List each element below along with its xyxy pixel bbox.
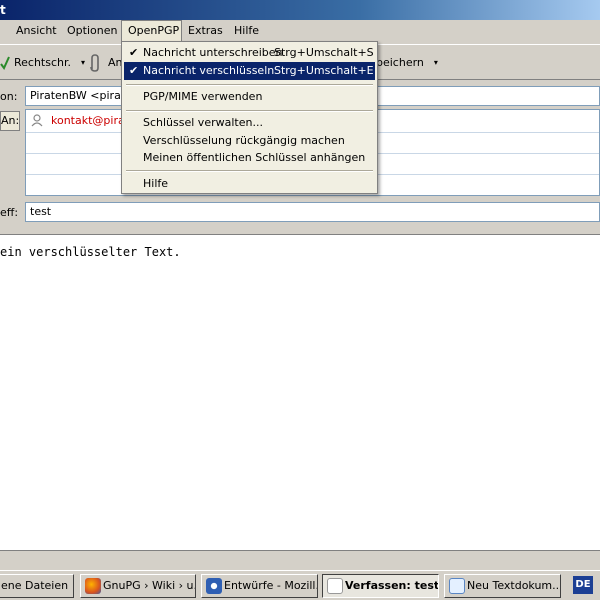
window-title: t: [0, 3, 6, 17]
check-icon: ✔: [129, 64, 139, 77]
menu-item-pgp-mime-label: PGP/MIME verwenden: [143, 90, 263, 103]
menu-separator: [126, 84, 373, 86]
recipient-address[interactable]: kontakt@pirat: [51, 114, 129, 127]
menu-item-encrypt-message[interactable]: ✔ Nachricht verschlüsseln Strg+Umschalt+…: [124, 62, 375, 80]
thunderbird-icon: [206, 578, 222, 594]
attach-button[interactable]: An: [86, 51, 123, 75]
menu-item-help[interactable]: Hilfe: [124, 175, 375, 193]
recipient-type-select[interactable]: An:: [0, 111, 20, 131]
spellcheck-dropdown-arrow-icon[interactable]: ▾: [81, 51, 85, 75]
menu-item-encrypt-label: Nachricht verschlüsseln: [143, 64, 275, 77]
taskbar-item-compose-label: Verfassen: test: [345, 579, 439, 592]
notepad-icon: [449, 578, 465, 594]
menu-item-attach-public-key[interactable]: Meinen öffentlichen Schlüssel anhängen: [124, 149, 375, 167]
message-body-editor[interactable]: ein verschlüsselter Text.: [0, 234, 600, 550]
taskbar-item-compose[interactable]: Verfassen: test: [322, 574, 439, 598]
menu-extras[interactable]: Extras: [182, 20, 229, 42]
from-label: on:: [0, 90, 18, 103]
menu-separator: [126, 170, 373, 172]
taskbar: ene Dateien GnuPG › Wiki › u... Entwürfe…: [0, 570, 600, 600]
window-title-bar: t: [0, 0, 600, 20]
menu-item-attach-key-label: Meinen öffentlichen Schlüssel anhängen: [143, 151, 366, 164]
taskbar-item-notepad[interactable]: Neu Textdokum...: [444, 574, 561, 598]
menu-ansicht[interactable]: Ansicht: [10, 20, 63, 42]
menu-item-undo-encryption[interactable]: Verschlüsselung rückgängig machen: [124, 132, 375, 150]
menu-item-manage-keys-label: Schlüssel verwalten...: [143, 116, 263, 129]
openpgp-dropdown-menu: ✔ Nachricht unterschreiben Strg+Umschalt…: [121, 41, 378, 194]
taskbar-item-browser[interactable]: GnuPG › Wiki › u...: [80, 574, 196, 598]
taskbar-item-drafts-label: Entwürfe - Mozill...: [224, 579, 318, 592]
menu-openpgp[interactable]: OpenPGP: [121, 20, 182, 42]
menu-item-encrypt-shortcut: Strg+Umschalt+E: [274, 64, 374, 77]
taskbar-item-files[interactable]: ene Dateien: [0, 574, 74, 598]
status-bar: [0, 550, 600, 570]
person-icon: [31, 114, 43, 127]
save-label: peichern: [376, 56, 424, 69]
menu-optionen[interactable]: Optionen: [61, 20, 123, 42]
menu-item-sign-message[interactable]: ✔ Nachricht unterschreiben Strg+Umschalt…: [124, 44, 375, 62]
menu-item-manage-keys[interactable]: Schlüssel verwalten...: [124, 114, 375, 132]
menu-item-undo-encryption-label: Verschlüsselung rückgängig machen: [143, 134, 345, 147]
menu-hilfe[interactable]: Hilfe: [228, 20, 265, 42]
menu-separator: [126, 110, 373, 112]
taskbar-item-browser-label: GnuPG › Wiki › u...: [103, 579, 196, 592]
save-button[interactable]: peichern ▾: [376, 51, 438, 75]
paperclip-icon: [90, 54, 99, 72]
taskbar-item-drafts[interactable]: Entwürfe - Mozill...: [201, 574, 318, 598]
menu-item-sign-shortcut: Strg+Umschalt+S: [274, 46, 374, 59]
spellcheck-button[interactable]: Rechtschr. ▾: [0, 51, 85, 75]
language-indicator[interactable]: DE: [573, 576, 593, 594]
spellcheck-label: Rechtschr.: [14, 56, 72, 69]
save-dropdown-arrow-icon[interactable]: ▾: [434, 51, 438, 75]
menu-item-pgp-mime[interactable]: PGP/MIME verwenden: [124, 88, 375, 106]
menubar: Ansicht Optionen OpenPGP Extras Hilfe: [0, 20, 600, 42]
compose-window-icon: [327, 578, 343, 594]
subject-label: eff:: [0, 206, 19, 219]
spellcheck-icon: [0, 56, 10, 70]
subject-field[interactable]: test: [25, 202, 600, 222]
message-body-text: ein verschlüsselter Text.: [0, 245, 181, 259]
taskbar-item-notepad-label: Neu Textdokum...: [467, 579, 561, 592]
menu-item-sign-label: Nachricht unterschreiben: [143, 46, 283, 59]
firefox-icon: [85, 578, 101, 594]
menu-item-help-label: Hilfe: [143, 177, 169, 190]
check-icon: ✔: [129, 46, 139, 59]
